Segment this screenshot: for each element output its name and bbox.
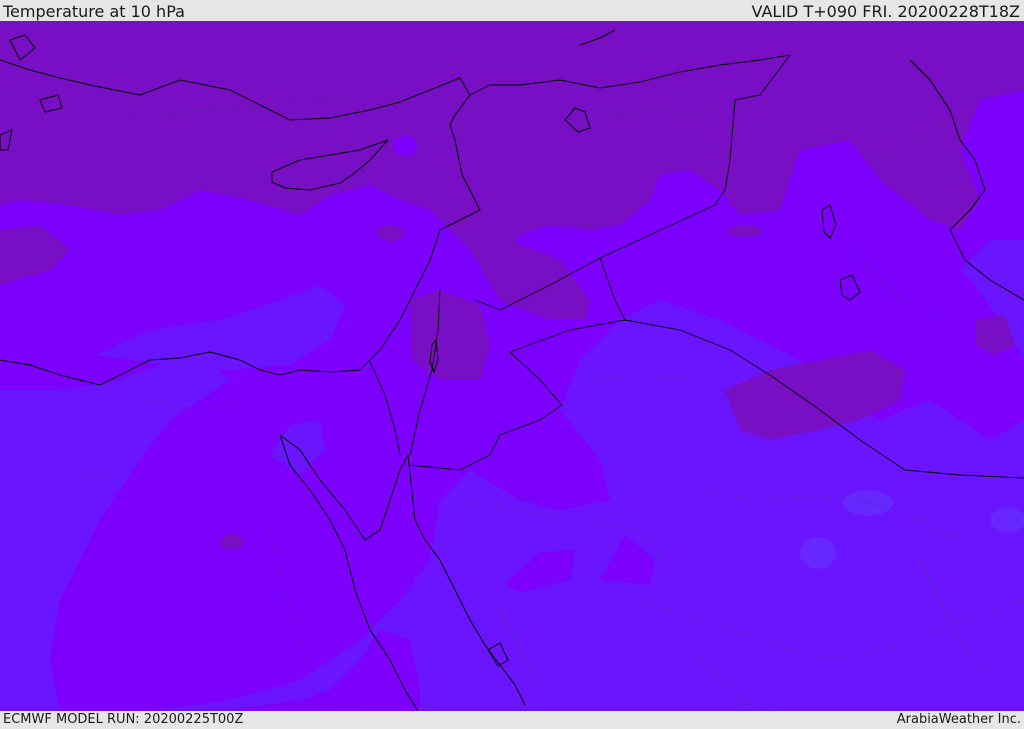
- map-title: Temperature at 10 hPa: [3, 2, 185, 21]
- temperature-map: [0, 21, 1024, 711]
- valid-time-label: VALID T+090 FRI. 20200228T18Z: [751, 2, 1020, 21]
- credit-label: ArabiaWeather Inc.: [896, 712, 1021, 727]
- footer-bar: ECMWF MODEL RUN: 20200225T00Z ArabiaWeat…: [0, 711, 1024, 729]
- model-run-label: ECMWF MODEL RUN: 20200225T00Z: [3, 712, 244, 727]
- temperature-band-dark-spot: [220, 534, 244, 550]
- header-bar: Temperature at 10 hPa VALID T+090 FRI. 2…: [0, 0, 1024, 21]
- temperature-band-light-spot: [393, 136, 417, 156]
- map-panel[interactable]: [0, 21, 1024, 711]
- temperature-band-light-spot: [843, 490, 893, 516]
- temperature-band-dark-spot: [376, 225, 404, 241]
- temperature-band-light-spot: [800, 537, 836, 569]
- temperature-band-dark-spot: [727, 225, 763, 237]
